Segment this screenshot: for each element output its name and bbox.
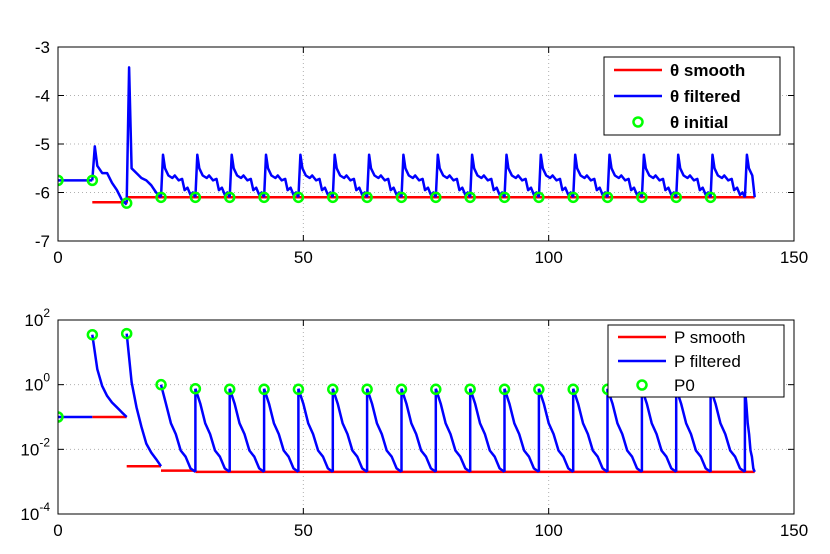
x-tick-label: 50 bbox=[294, 248, 313, 267]
legend-label: θ filtered bbox=[670, 87, 741, 106]
y-tick-label: 102 bbox=[24, 306, 50, 330]
legend-label: P smooth bbox=[674, 328, 746, 347]
y-tick-label: -4 bbox=[35, 87, 50, 106]
legend-label: P filtered bbox=[674, 352, 741, 371]
legend-label: θ initial bbox=[670, 113, 728, 132]
x-tick-label: 0 bbox=[53, 248, 62, 267]
theta-chart: 0 50 100 150 -3 -4 -5 -6 -7 θ smooth θ filtered θ i… bbox=[35, 38, 808, 267]
x-tick-label: 100 bbox=[534, 248, 562, 267]
y-tick-label: -5 bbox=[35, 135, 50, 154]
figure: 0 50 100 150 -3 -4 -5 -6 -7 θ smooth θ filtered θ i… bbox=[20, 38, 808, 540]
y-tick-label: -3 bbox=[35, 38, 50, 57]
legend: θ smooth θ filtered θ initial bbox=[603, 56, 781, 136]
y-tick-label: 10-2 bbox=[20, 435, 50, 459]
y-tick-label: 100 bbox=[24, 371, 50, 395]
x-tick-label: 150 bbox=[780, 248, 808, 267]
y-tick-label: 10-4 bbox=[20, 500, 50, 524]
x-tick-label: 50 bbox=[294, 521, 313, 540]
y-tick-label: -7 bbox=[35, 232, 50, 251]
x-tick-label: 150 bbox=[780, 521, 808, 540]
x-tick-label: 0 bbox=[53, 521, 62, 540]
x-tick-label: 100 bbox=[534, 521, 562, 540]
legend: P smooth P filtered P0 bbox=[607, 324, 785, 398]
y-tick-label: -6 bbox=[35, 184, 50, 203]
p-chart: 0 50 100 150 102 100 10-2 10-4 P smooth P filtere… bbox=[20, 306, 808, 540]
legend-label: θ smooth bbox=[670, 61, 745, 80]
legend-label: P0 bbox=[674, 376, 695, 395]
